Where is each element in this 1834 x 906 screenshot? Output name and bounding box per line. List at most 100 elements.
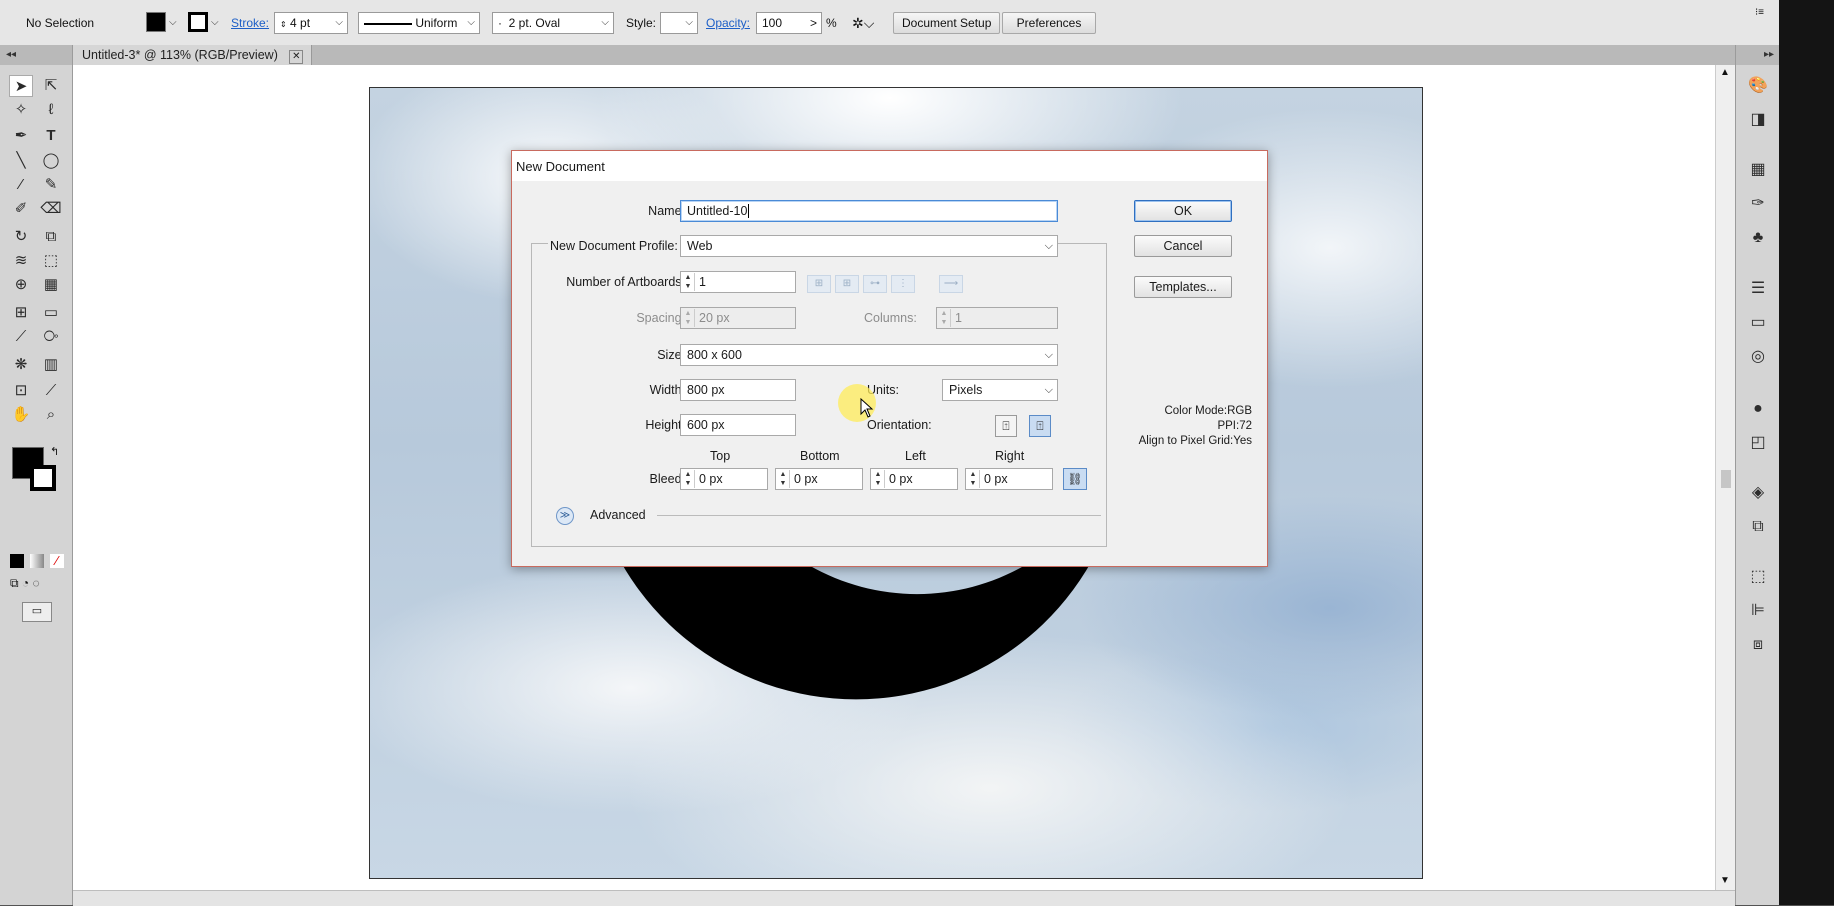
templates-button[interactable]: Templates... [1134,276,1232,298]
stroke-panel-icon[interactable]: ☰ [1745,278,1771,300]
swap-colors-icon[interactable]: ↰ [50,445,59,458]
stroke-profile-select[interactable]: Uniform ⌵ [358,12,480,34]
preferences-button[interactable]: Preferences [1002,12,1096,34]
pathfinder-icon[interactable]: ⧈ [1745,634,1771,656]
stepper-arrows-icon[interactable]: ▲ ▼ [777,470,790,488]
stroke-color-box[interactable] [30,465,56,491]
selection-tool-icon[interactable]: ➤ [9,75,33,97]
screen-mode-icon[interactable]: ▭ [22,602,52,622]
control-bar-menu-icon[interactable]: ⁝≡ [1755,2,1764,24]
drawing-modes-icon[interactable]: ⧉ ◔ ◌ [10,576,66,592]
portrait-orientation-icon[interactable]: ⍐ [995,415,1017,437]
align-icon[interactable]: ⊫ [1745,600,1771,622]
close-tab-icon[interactable]: ✕ [289,50,304,64]
stroke-link[interactable]: Stroke: [231,12,269,34]
transform-icon[interactable]: ⬚ [1745,566,1771,588]
brushes-icon[interactable]: ✑ [1745,193,1771,215]
bleed-left-stepper[interactable]: ▲ ▼ 0 px [870,468,958,490]
landscape-orientation-icon[interactable]: ⍐ [1029,415,1051,437]
mesh-tool-icon[interactable]: ⊞ [9,302,33,324]
dialog-titlebar[interactable]: New Document [512,151,1267,181]
document-tab[interactable]: Untitled-3* @ 113% (RGB/Preview) ✕ [72,45,313,65]
slice-tool-icon[interactable]: ⟋ [39,380,63,402]
stepper-arrows-icon[interactable]: ▲ ▼ [872,470,885,488]
lasso-icon[interactable]: ℓ [39,99,63,121]
height-field[interactable]: 600 px [680,414,796,436]
stepper-arrows-icon[interactable]: ▲ ▼ [967,470,980,488]
stroke-weight-field[interactable]: ⇕ 4 pt ⌵ [274,12,348,34]
scroll-down-icon[interactable]: ▼ [1720,875,1730,886]
link-bleed-icon[interactable]: ⛓ [1063,468,1087,490]
gradient-mode-icon[interactable] [30,554,44,568]
stroke-swatch[interactable] [188,12,208,32]
bleed-top-stepper[interactable]: ▲ ▼ 0 px [680,468,768,490]
hand-tool-icon[interactable]: ✋ [9,404,33,426]
color-mode-icon[interactable] [10,554,24,568]
bleed-bottom-stepper[interactable]: ▲ ▼ 0 px [775,468,863,490]
color-panel-icon[interactable]: 🎨 [1745,75,1771,97]
opacity-link[interactable]: Opacity: [706,12,750,34]
ok-button[interactable]: OK [1134,200,1232,222]
style-select[interactable]: ⌵ [660,12,698,34]
pencil-icon[interactable]: ✎ [39,174,63,196]
zoom-tool-icon[interactable]: ⌕ [39,404,63,426]
column-graph-icon[interactable]: ▥ [39,354,63,376]
scale-tool-icon[interactable]: ⧉ [39,226,63,248]
brush-select[interactable]: · 2 pt. Oval ⌵ [492,12,614,34]
units-select[interactable]: Pixels ⌵ [942,379,1058,401]
paintbrush-icon[interactable]: ⁄ [9,174,33,196]
ellipse-tool-icon[interactable]: ◯ [39,150,63,172]
opacity-field[interactable]: 100 > [756,12,822,34]
height-value: 600 px [687,418,725,432]
color-guide-icon[interactable]: ◨ [1745,109,1771,131]
size-select[interactable]: 800 x 600 ⌵ [680,344,1058,366]
graphic-styles-icon[interactable]: ◰ [1745,432,1771,454]
expand-panels-icon[interactable]: ▸▸ [1736,45,1780,65]
expand-advanced-icon[interactable]: ≫ [556,507,574,525]
artboards-panel-icon[interactable]: ⧉ [1745,516,1771,538]
artboards-stepper[interactable]: ▲ ▼ 1 [680,271,796,293]
cancel-button[interactable]: Cancel [1134,235,1232,257]
pen-tool-icon[interactable]: ✒ [9,125,33,147]
symbol-sprayer-icon[interactable]: ❋ [9,354,33,376]
blend-tool-icon[interactable]: ⧂ [39,326,63,348]
recolor-artwork-icon[interactable]: ✲⌵ [852,12,874,34]
fill-dropdown-icon[interactable]: ⌵ [169,12,177,34]
eyedropper-icon[interactable]: ⟋ [9,326,33,348]
document-setup-button[interactable]: Document Setup [893,12,1001,34]
perspective-grid-icon[interactable]: ▦ [39,274,63,296]
gradient-panel-icon[interactable]: ▭ [1745,312,1771,334]
name-field[interactable]: Untitled-10 [680,200,1058,222]
swatches-icon[interactable]: ▦ [1745,159,1771,181]
stepper-arrows-icon[interactable]: ▲ ▼ [682,273,695,291]
width-field[interactable]: 800 px [680,379,796,401]
magic-wand-icon[interactable]: ✧ [9,99,33,121]
blob-brush-icon[interactable]: ✐ [9,198,33,220]
vertical-scrollbar[interactable]: ▲ ▼ [1715,65,1736,890]
warp-tool-icon[interactable]: ≋ [9,250,33,272]
advanced-label[interactable]: Advanced [590,508,646,522]
none-mode-icon[interactable]: ⁄ [50,554,64,568]
artboard-tool-icon[interactable]: ⊡ [9,380,33,402]
type-tool-icon[interactable]: T [39,125,63,147]
appearance-icon[interactable]: ● [1745,398,1771,420]
eraser-icon[interactable]: ⌫ [39,198,63,220]
document-tab-bar: Untitled-3* @ 113% (RGB/Preview) ✕ [0,45,1834,65]
shape-builder-icon[interactable]: ⊕ [9,274,33,296]
vertical-scroll-thumb[interactable] [1721,470,1731,488]
free-transform-icon[interactable]: ⬚ [39,250,63,272]
scroll-up-icon[interactable]: ▲ [1720,67,1730,78]
fill-swatch[interactable] [146,12,166,32]
bleed-right-stepper[interactable]: ▲ ▼ 0 px [965,468,1053,490]
profile-select[interactable]: Web ⌵ [680,235,1058,257]
transparency-icon[interactable]: ◎ [1745,346,1771,368]
collapse-panel-icon[interactable]: ◂◂ [0,45,72,65]
direct-selection-tool-icon[interactable]: ⇱ [39,75,63,97]
symbols-icon[interactable]: ♣ [1745,227,1771,249]
gradient-tool-icon[interactable]: ▭ [39,302,63,324]
layers-icon[interactable]: ◈ [1745,482,1771,504]
stepper-arrows-icon[interactable]: ▲ ▼ [682,470,695,488]
stroke-dropdown-icon[interactable]: ⌵ [211,12,219,34]
rotate-tool-icon[interactable]: ↻ [9,226,33,248]
line-tool-icon[interactable]: ╲ [9,150,33,172]
